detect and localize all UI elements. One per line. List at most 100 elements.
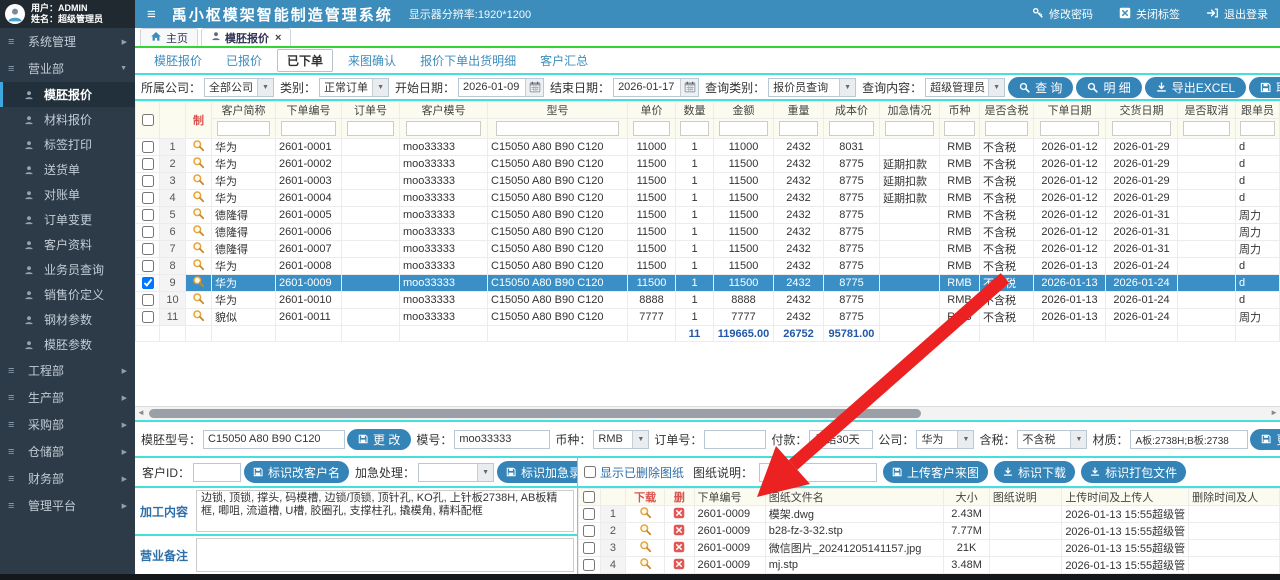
remark-box[interactable]: [196, 538, 574, 572]
scroll-right-icon[interactable]: ►: [1270, 408, 1278, 417]
magnifier-icon[interactable]: [186, 173, 212, 190]
select-all-cell[interactable]: [136, 102, 160, 139]
row-checkbox[interactable]: [142, 158, 154, 170]
column-filter-input[interactable]: [1040, 121, 1100, 136]
subtab-已下单[interactable]: 已下单: [277, 49, 333, 72]
chevron-down-icon[interactable]: ▼: [839, 79, 855, 96]
file-select-cell[interactable]: [579, 506, 601, 523]
subtab-客户汇总[interactable]: 客户汇总: [531, 50, 597, 71]
file-delete-icon[interactable]: [665, 506, 694, 523]
magnifier-icon[interactable]: [186, 190, 212, 207]
file-download-icon[interactable]: [625, 523, 664, 540]
file-delete-icon[interactable]: [665, 557, 694, 574]
column-filter-input[interactable]: [985, 121, 1028, 136]
sidebar-item[interactable]: ≡营业部▼: [0, 55, 135, 82]
topbar-action-close-box[interactable]: 关闭标签: [1119, 6, 1180, 22]
row-checkbox[interactable]: [142, 192, 154, 204]
row-select-cell[interactable]: [136, 190, 160, 207]
file-checkbox[interactable]: [583, 542, 595, 554]
row-select-cell[interactable]: [136, 224, 160, 241]
files-select-all-cell[interactable]: [579, 489, 601, 506]
close-tab-icon[interactable]: ×: [275, 32, 281, 44]
row-checkbox[interactable]: [142, 294, 154, 306]
sidebar-item[interactable]: 销售价定义: [0, 282, 135, 307]
row-checkbox[interactable]: [142, 226, 154, 238]
row-select-cell[interactable]: [136, 207, 160, 224]
file-checkbox[interactable]: [583, 525, 595, 537]
row-checkbox[interactable]: [142, 209, 154, 221]
calendar-icon[interactable]: [680, 79, 698, 96]
mark-download-button[interactable]: 标识下载: [994, 461, 1075, 483]
row-select-cell[interactable]: [136, 156, 160, 173]
row-select-cell[interactable]: [136, 275, 160, 292]
rename-customer-button[interactable]: 标识改客户名: [244, 461, 349, 483]
customer-id-input[interactable]: [193, 463, 241, 482]
payment-input[interactable]: 月结30天: [809, 430, 873, 449]
subtab-报价下单出货明细[interactable]: 报价下单出货明细: [411, 50, 525, 71]
magnifier-icon[interactable]: [186, 258, 212, 275]
update-button-2[interactable]: 更 改: [1250, 429, 1280, 450]
column-filter-input[interactable]: [496, 121, 618, 136]
file-download-icon[interactable]: [625, 540, 664, 557]
urgent-select[interactable]: ▼: [418, 463, 494, 482]
tab-模胚报价[interactable]: 模胚报价×: [201, 28, 291, 46]
magnifier-icon[interactable]: [186, 156, 212, 173]
mark-urgent-button[interactable]: 标识加急录入: [497, 461, 577, 483]
file-delete-icon[interactable]: [665, 540, 694, 557]
sidebar-item[interactable]: 订单变更: [0, 207, 135, 232]
magnifier-icon[interactable]: [186, 207, 212, 224]
sidebar-item[interactable]: ≡财务部▶: [0, 465, 135, 492]
model-input[interactable]: moo33333: [454, 430, 550, 449]
column-filter-input[interactable]: [1183, 121, 1230, 136]
chevron-down-icon[interactable]: ▼: [1070, 431, 1086, 448]
upload-drawing-button[interactable]: 上传客户来图: [883, 461, 988, 483]
column-filter-input[interactable]: [779, 121, 819, 136]
sidebar-item[interactable]: ≡仓储部▶: [0, 438, 135, 465]
chevron-down-icon[interactable]: ▼: [957, 431, 973, 448]
chevron-down-icon[interactable]: ▼: [257, 79, 273, 96]
start-date-input[interactable]: 2026-01-09: [458, 78, 544, 97]
topbar-action-key[interactable]: 修改密码: [1032, 6, 1093, 22]
sidebar-item[interactable]: ≡系统管理▶: [0, 28, 135, 55]
search-button[interactable]: 查 询: [1008, 77, 1073, 98]
column-filter-input[interactable]: [719, 121, 768, 136]
row-select-cell[interactable]: [136, 258, 160, 275]
update-button[interactable]: 更 改: [347, 429, 411, 450]
order-id-field[interactable]: [709, 433, 761, 445]
file-download-icon[interactable]: [625, 557, 664, 574]
row-checkbox[interactable]: [142, 277, 154, 289]
column-filter-input[interactable]: [406, 121, 481, 136]
magnifier-icon[interactable]: [186, 241, 212, 258]
customer-id-field[interactable]: [198, 466, 236, 478]
order-id-input[interactable]: [704, 430, 766, 449]
sidebar-item[interactable]: 模胚参数: [0, 332, 135, 357]
model-type-input[interactable]: C15050 A80 B90 C120: [203, 430, 345, 449]
column-filter-input[interactable]: [347, 121, 394, 136]
column-filter-input[interactable]: [1240, 121, 1274, 136]
drawing-desc-input[interactable]: [759, 463, 877, 482]
column-filter-input[interactable]: [829, 121, 874, 136]
tax-select[interactable]: 不含税▼: [1017, 430, 1087, 449]
drawing-desc-field[interactable]: [764, 466, 872, 478]
subtab-已报价[interactable]: 已报价: [217, 50, 271, 71]
sidebar-item[interactable]: 模胚报价: [0, 82, 135, 107]
row-checkbox[interactable]: [142, 260, 154, 272]
scrollbar-thumb[interactable]: [149, 409, 921, 418]
magnifier-icon[interactable]: [186, 139, 212, 156]
select-all-checkbox[interactable]: [142, 114, 154, 126]
mark-package-button[interactable]: 标识打包文件: [1081, 461, 1186, 483]
horizontal-scrollbar[interactable]: ◄ ►: [135, 406, 1280, 420]
sidebar-item[interactable]: 材料报价: [0, 107, 135, 132]
subtab-来图确认[interactable]: 来图确认: [339, 50, 405, 71]
file-delete-icon[interactable]: [665, 523, 694, 540]
sidebar-item[interactable]: ≡工程部▶: [0, 357, 135, 384]
row-select-cell[interactable]: [136, 173, 160, 190]
column-filter-input[interactable]: [944, 121, 974, 136]
file-select-cell[interactable]: [579, 557, 601, 574]
subtab-模胚报价[interactable]: 模胚报价: [145, 50, 211, 71]
process-content-box[interactable]: 边锁, 顶锁, 撑头, 码模槽, 边锁/顶锁, 顶针孔, KO孔, 上针板273…: [196, 490, 574, 532]
row-select-cell[interactable]: [136, 309, 160, 326]
row-select-cell[interactable]: [136, 292, 160, 309]
magnifier-icon[interactable]: [186, 309, 212, 326]
show-deleted-checkbox[interactable]: [584, 466, 596, 478]
